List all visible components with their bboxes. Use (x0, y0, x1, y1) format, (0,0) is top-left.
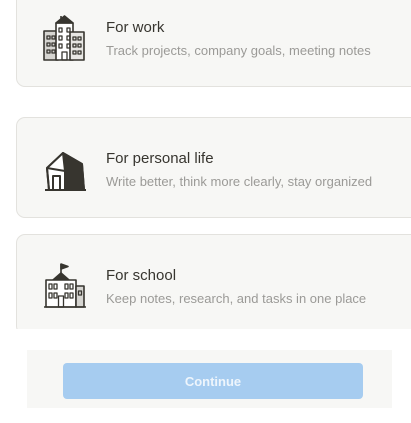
option-title: For work (106, 19, 165, 36)
option-title: For school (106, 267, 177, 284)
option-card-personal-life[interactable]: For personal life Write better, think mo… (16, 117, 411, 218)
option-card-school[interactable]: For school Keep notes, research, and tas… (16, 234, 411, 329)
house-icon (41, 143, 89, 195)
office-buildings-icon (41, 12, 89, 64)
option-title: For personal life (106, 150, 214, 167)
onboarding-use-case-screen: For work Track projects, company goals, … (0, 0, 411, 423)
option-card-work[interactable]: For work Track projects, company goals, … (16, 0, 411, 87)
footer-bar: Continue (27, 350, 392, 408)
option-subtitle: Keep notes, research, and tasks in one p… (106, 291, 367, 306)
continue-button[interactable]: Continue (63, 363, 363, 399)
option-subtitle: Write better, think more clearly, stay o… (106, 174, 373, 189)
use-case-options-list[interactable]: For work Track projects, company goals, … (16, 0, 411, 329)
option-subtitle: Track projects, company goals, meeting n… (106, 43, 371, 58)
school-building-icon (41, 260, 89, 312)
